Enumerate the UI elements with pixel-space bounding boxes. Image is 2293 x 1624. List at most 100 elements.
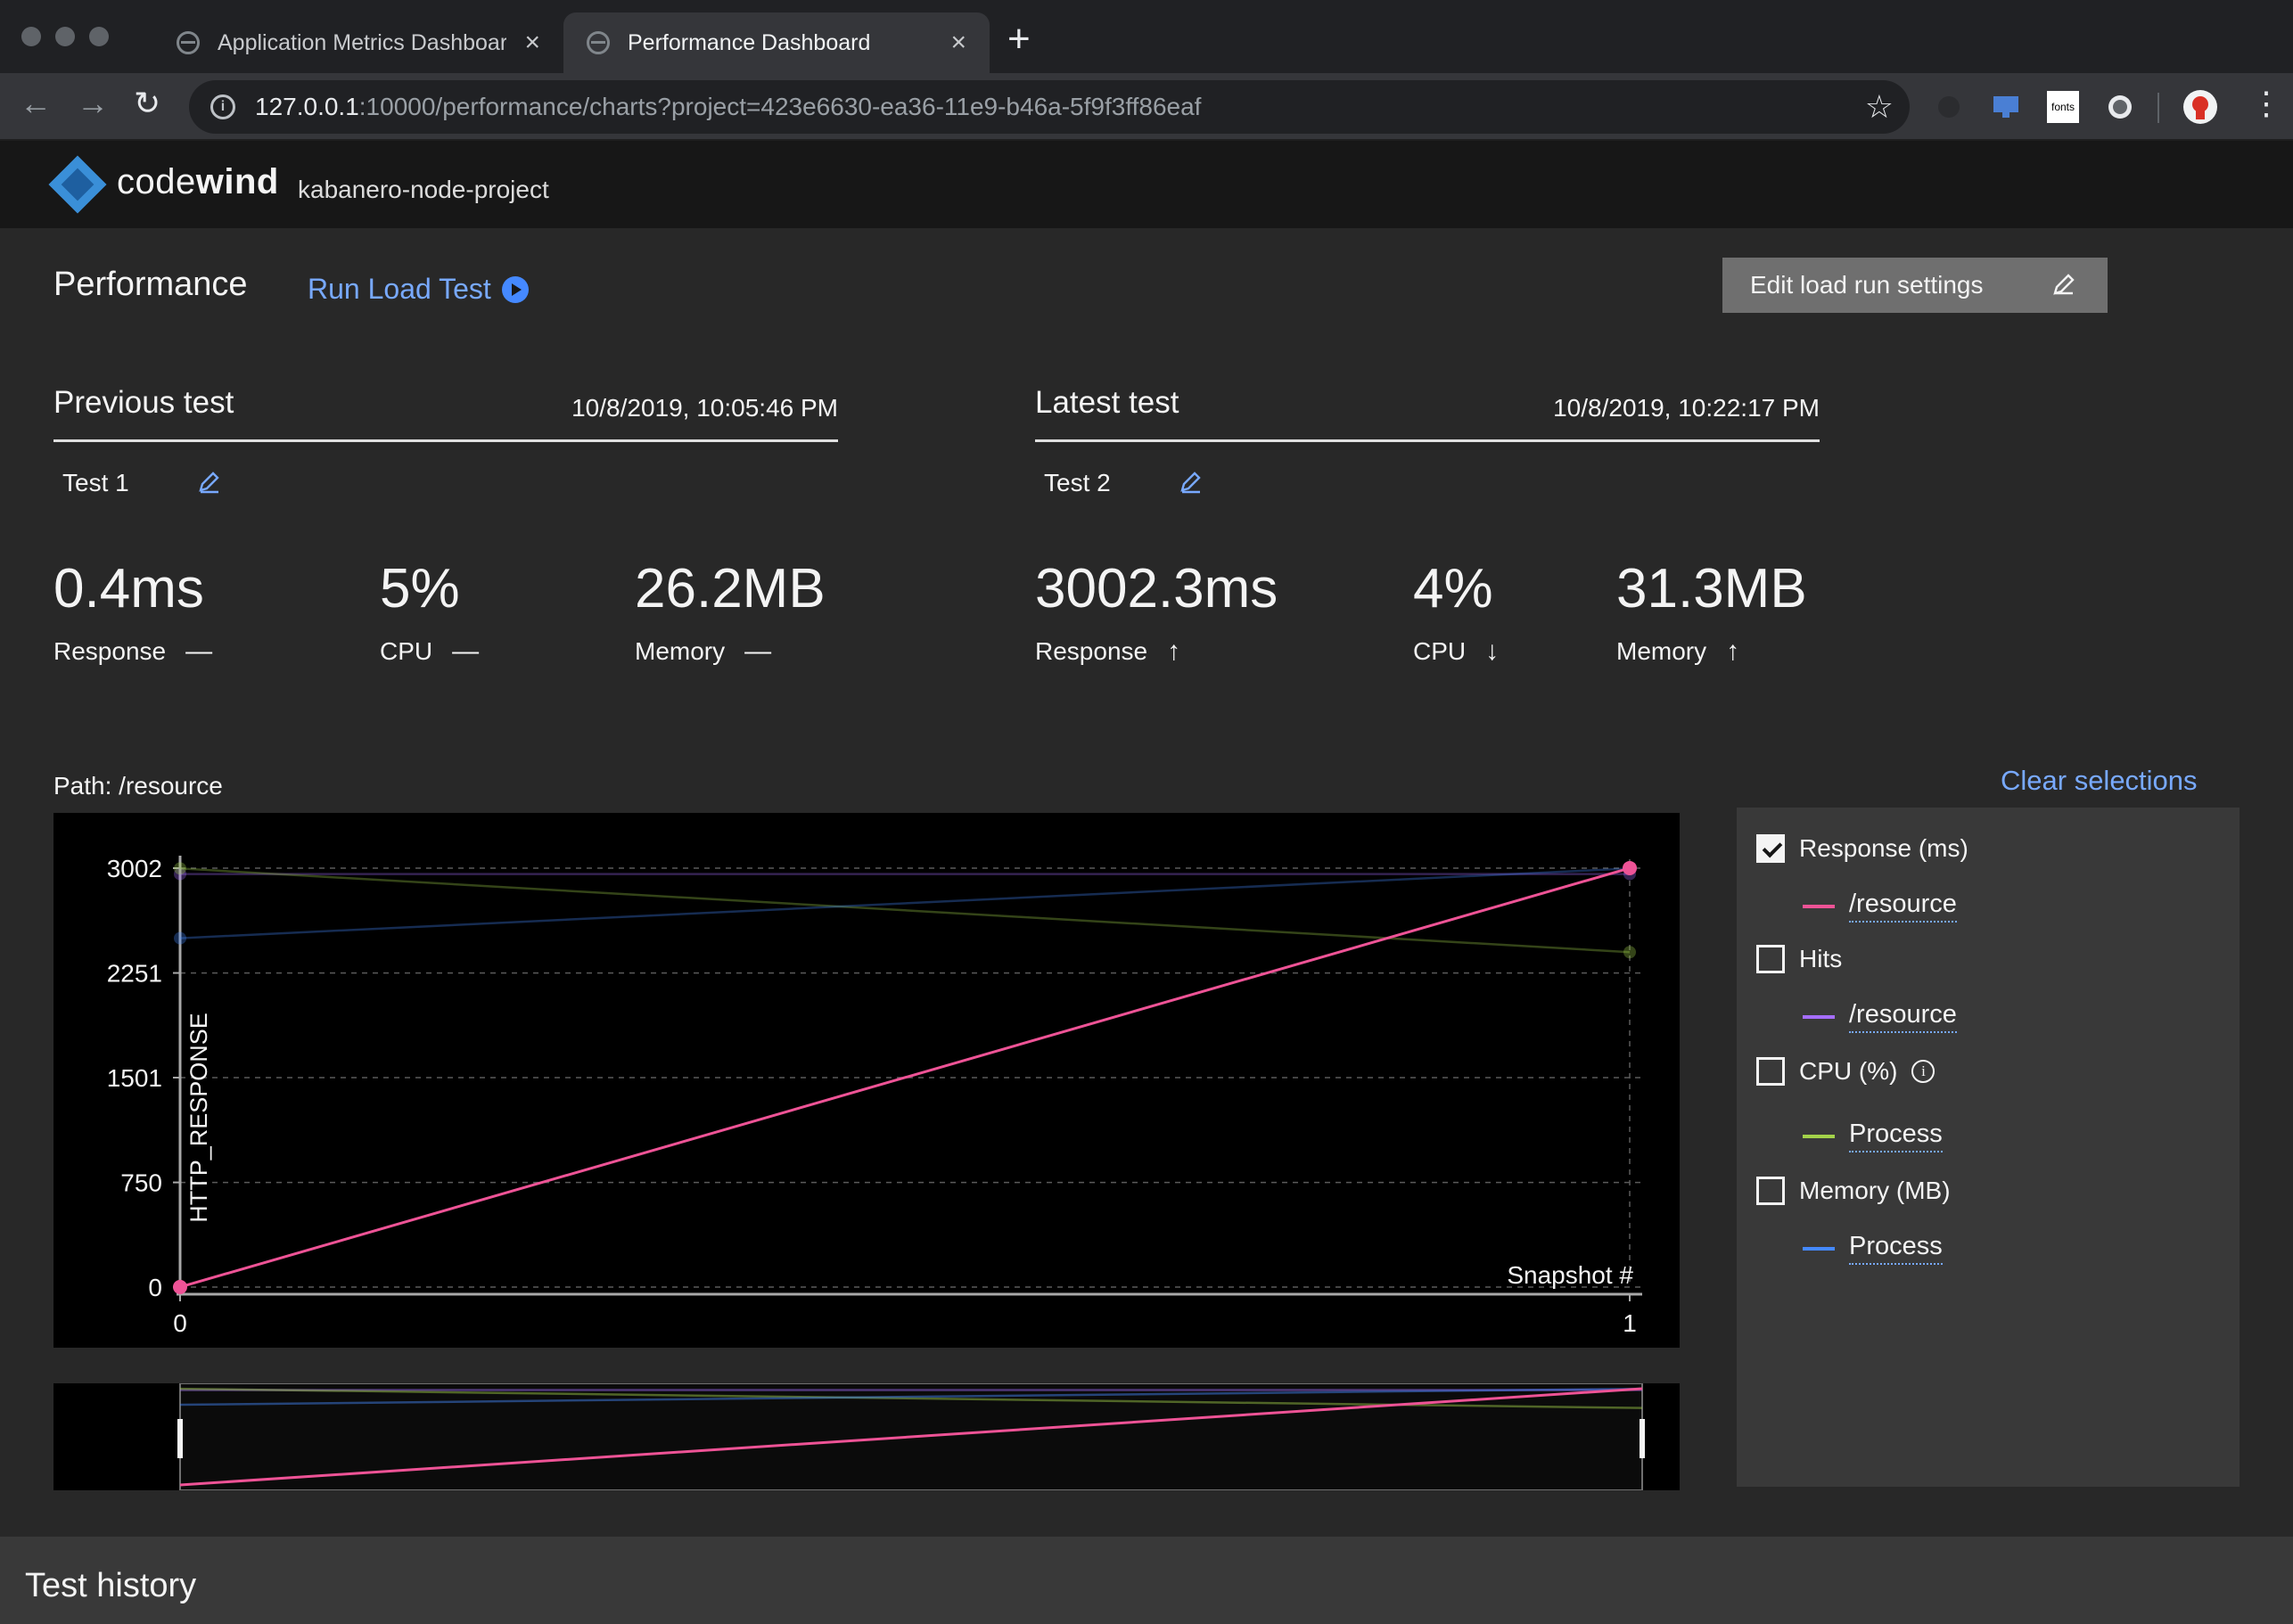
legend-series-label: Process [1849, 1120, 1943, 1152]
test-history-section [0, 1537, 2293, 1624]
browser-tabstrip: Application Metrics Dashboard × Performa… [0, 0, 2293, 73]
info-icon[interactable]: i [1911, 1060, 1935, 1083]
window-minimize-dot[interactable] [55, 27, 75, 46]
trend-flat-icon: — [185, 636, 213, 666]
trend-up-arrow-icon: ↑ [1167, 636, 1181, 666]
run-load-test-label: Run Load Test [308, 273, 491, 305]
metric-label: CPU [1413, 637, 1467, 665]
clear-selections-link[interactable]: Clear selections [2001, 765, 2198, 797]
edit-test-name-pencil-icon[interactable] [1178, 469, 1204, 496]
extension-monitor-icon[interactable] [1990, 91, 2022, 123]
previous-test-name: Test 1 [62, 469, 129, 496]
legend-group-label: Response (ms) [1799, 834, 1968, 862]
latest-cpu-metric: 4% CPU ↓ [1413, 562, 1499, 667]
brush-svg[interactable] [53, 1383, 1680, 1490]
edit-test-name-pencil-icon[interactable] [196, 469, 223, 496]
browser-toolbar: ← → ↻ i 127.0.0.1:10000/performance/char… [0, 73, 2293, 141]
close-icon[interactable]: × [950, 29, 966, 56]
legend-response-checkbox[interactable]: Response (ms) [1756, 834, 1968, 863]
series-point [173, 1279, 187, 1294]
previous-test-date: 10/8/2019, 10:05:46 PM [571, 394, 838, 422]
y-tick-label: 2251 [107, 960, 162, 988]
legend-series-label: /resource [1849, 1000, 1957, 1033]
checkbox-unchecked[interactable] [1756, 1057, 1785, 1086]
legend-cpu-checkbox[interactable]: CPU (%) i [1756, 1057, 1935, 1086]
x-tick-label: 1 [1623, 1309, 1637, 1337]
brush-handle [177, 1419, 183, 1458]
test-history-title: Test history [25, 1567, 197, 1604]
y-axis-label: HTTP_RESPONSE [185, 1013, 212, 1223]
window-zoom-dot[interactable] [89, 27, 109, 46]
profile-avatar[interactable] [2182, 89, 2218, 125]
new-tab-icon[interactable]: + [1007, 20, 1031, 59]
x-tick-label: 0 [173, 1309, 187, 1337]
forward-arrow-icon[interactable]: → [77, 87, 109, 119]
latest-test-date: 10/8/2019, 10:22:17 PM [1553, 394, 1820, 422]
run-load-test-link[interactable]: Run Load Test [308, 273, 529, 306]
site-info-icon[interactable]: i [210, 94, 235, 119]
brush-handle [1640, 1419, 1645, 1458]
back-arrow-icon[interactable]: ← [20, 87, 52, 119]
checkbox-unchecked[interactable] [1756, 945, 1785, 973]
series-point [174, 862, 186, 875]
legend-memory-series[interactable]: Process [1803, 1232, 1943, 1265]
browser-menu-icon[interactable]: ⋮ [2250, 87, 2282, 119]
edit-load-settings-button[interactable]: Edit load run settings [1722, 258, 2108, 313]
metric-label: Memory [1616, 637, 1707, 665]
bookmark-star-icon[interactable]: ☆ [1865, 88, 1894, 126]
latest-test-panel: Latest test 10/8/2019, 10:22:17 PM Test … [1035, 383, 1820, 666]
y-tick-label: 1501 [107, 1064, 162, 1092]
legend-response-series[interactable]: /resource [1803, 890, 1957, 923]
reload-icon[interactable]: ↻ [134, 87, 160, 119]
extension-circle-icon[interactable] [2104, 91, 2136, 123]
series-point [1623, 860, 1637, 875]
y-tick-label: 3002 [107, 855, 162, 882]
extension-dark-icon[interactable] [1933, 91, 1965, 123]
legend-series-label: Process [1849, 1232, 1943, 1265]
close-icon[interactable]: × [524, 29, 540, 56]
series-point [1623, 946, 1636, 959]
globe-icon [587, 31, 610, 54]
chart-brush[interactable] [53, 1383, 1680, 1490]
metric-label: Response [53, 637, 167, 665]
checkbox-checked[interactable] [1756, 834, 1785, 863]
trend-down-arrow-icon: ↓ [1485, 636, 1500, 666]
performance-chart[interactable]: 0 750 1501 2251 3002 0 1 HTTP_RESPONSE Snapshot … [53, 813, 1680, 1348]
legend-group-label: CPU (%) [1799, 1057, 1898, 1085]
y-tick-label: 0 [148, 1274, 162, 1301]
toolbar-divider [2157, 93, 2159, 123]
legend-hits-checkbox[interactable]: Hits [1756, 945, 1842, 973]
project-name: kabanero-node-project [298, 176, 549, 203]
brand-light: code [117, 162, 196, 201]
metric-label: Response [1035, 637, 1148, 665]
series-swatch [1803, 1134, 1835, 1138]
previous-test-label: Previous test [53, 385, 234, 420]
metric-value: 5% [380, 558, 460, 619]
browser-tab-app-metrics[interactable]: Application Metrics Dashboard × [153, 12, 563, 73]
legend-cpu-series[interactable]: Process [1803, 1120, 1943, 1152]
extension-fonts-icon[interactable]: fonts [2047, 91, 2079, 123]
chart-svg[interactable]: 0 750 1501 2251 3002 0 1 HTTP_RESPONSE Snapshot … [53, 813, 1680, 1348]
legend-hits-series[interactable]: /resource [1803, 1000, 1957, 1033]
series-point [174, 931, 186, 945]
latest-memory-metric: 31.3MB Memory ↑ [1616, 562, 1807, 667]
metric-label: Memory [635, 637, 726, 665]
checkbox-unchecked[interactable] [1756, 1177, 1785, 1205]
metric-value: 4% [1413, 558, 1493, 619]
globe-icon [177, 31, 200, 54]
browser-tab-performance[interactable]: Performance Dashboard × [563, 12, 990, 73]
series-swatch [1803, 904, 1835, 908]
metric-value: 31.3MB [1616, 558, 1807, 619]
tab-title: Performance Dashboard [628, 29, 871, 55]
address-bar[interactable]: i 127.0.0.1:10000/performance/charts?pro… [189, 80, 1910, 134]
legend-memory-checkbox[interactable]: Memory (MB) [1756, 1177, 1951, 1205]
series-line [179, 867, 1631, 954]
previous-test-panel: Previous test 10/8/2019, 10:05:46 PM Tes… [53, 383, 838, 666]
metric-label: CPU [380, 637, 433, 665]
play-icon [501, 275, 529, 303]
page-title: Performance [53, 266, 248, 303]
window-close-dot[interactable] [21, 27, 41, 46]
series-line [179, 867, 1631, 939]
previous-test-header: Previous test 10/8/2019, 10:05:46 PM [53, 383, 838, 442]
latest-response-metric: 3002.3ms Response ↑ [1035, 562, 1278, 667]
